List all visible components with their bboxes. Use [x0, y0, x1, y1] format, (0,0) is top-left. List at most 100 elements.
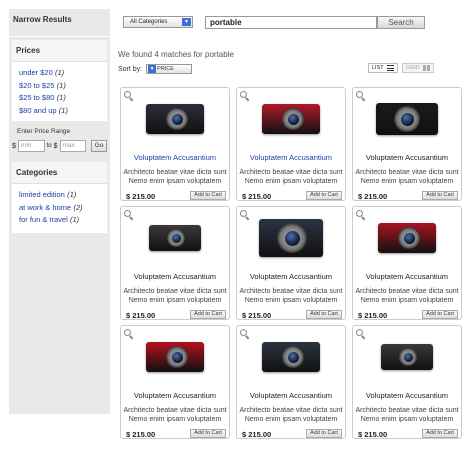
product-name[interactable]: Voluptatem Accusantium: [237, 153, 345, 162]
categories-heading: Categories: [12, 162, 107, 184]
product-price: $ 215.00: [242, 311, 272, 320]
prices-heading: Prices: [12, 40, 107, 62]
add-to-cart-button[interactable]: Add to Cart: [422, 191, 458, 200]
description-line: Architecto beatae vitae dicta sunt: [123, 169, 227, 176]
product-price: $ 215.00: [358, 192, 388, 201]
product-description: Architecto beatae vitae dicta sunt Nemo e…: [353, 406, 461, 424]
camera-image[interactable]: [237, 215, 345, 261]
add-to-cart-button[interactable]: Add to Cart: [306, 310, 342, 319]
product-name: Voluptatem Accusantium: [133, 391, 217, 400]
camera-image[interactable]: [121, 334, 229, 380]
product-description: Architecto beatae vitae dicta sunt Nemo e…: [121, 287, 229, 305]
description-line: Architecto beatae vitae dicta sunt: [239, 169, 343, 176]
description-line: Architecto beatae vitae dicta sunt: [355, 407, 459, 414]
currency-symbol: $: [53, 142, 58, 150]
product-name[interactable]: Voluptatem Accusantium: [121, 153, 229, 162]
category-select[interactable]: All Categories ▼: [123, 16, 193, 28]
category-filter-count: (2): [73, 202, 83, 212]
description-line: Architecto beatae vitae dicta sunt: [123, 407, 227, 414]
prices-panel: Prices under $20 (1) $20 to $25 (1) $25 …: [12, 40, 107, 121]
add-to-cart-button[interactable]: Add to Cart: [422, 429, 458, 438]
search-bar: All Categories ▼ portable Search: [121, 16, 425, 30]
price-filter-item: $25 to $80 (1): [19, 92, 100, 105]
product-card[interactable]: Voluptatem Accusantium Architecto beatae …: [352, 325, 462, 439]
description-line: Nemo enim ipsam voluptatem: [128, 178, 222, 185]
product-name: Voluptatem Accusantium: [249, 391, 333, 400]
list-icon: [386, 65, 394, 71]
add-to-cart-button[interactable]: Add to Cart: [190, 310, 226, 319]
description-line: Nemo enim ipsam voluptatem: [360, 416, 454, 423]
results-summary: We found 4 matches for portable: [118, 50, 234, 59]
product-description: Architecto beatae vitae dicta sunt Nemo e…: [121, 168, 229, 186]
product-card[interactable]: Voluptatem Accusantium Architecto beatae …: [236, 206, 346, 320]
product-price: $ 215.00: [358, 430, 388, 439]
product-grid: Voluptatem Accusantium Architecto beatae …: [120, 87, 464, 439]
product-card[interactable]: Voluptatem Accusantium Architecto beatae …: [236, 325, 346, 439]
category-filter-link[interactable]: at work & home: [19, 203, 71, 212]
camera-image[interactable]: [353, 215, 461, 261]
product-description: Architecto beatae vitae dicta sunt Nemo e…: [353, 168, 461, 186]
sort-label: Sort by:: [118, 65, 143, 73]
description-line: Nemo enim ipsam voluptatem: [244, 178, 338, 185]
add-to-cart-button[interactable]: Add to Cart: [190, 429, 226, 438]
price-filter-count: (1): [55, 68, 65, 77]
product-card[interactable]: Voluptatem Accusantium Architecto beatae …: [120, 87, 230, 201]
search-input[interactable]: portable: [205, 16, 377, 29]
currency-symbol: $: [12, 142, 16, 150]
price-filter-link[interactable]: $25 to $80: [19, 93, 54, 102]
category-filter-link[interactable]: limited edition: [19, 190, 65, 199]
product-description: Architecto beatae vitae dicta sunt Nemo e…: [237, 287, 345, 305]
category-filter-item: for fun & travel (1): [19, 214, 100, 227]
category-filter-link[interactable]: for fun & travel: [19, 215, 68, 224]
sort-select[interactable]: PRICE ▼: [146, 64, 193, 74]
product-name: Voluptatem Accusantium: [365, 272, 449, 281]
description-line: Nemo enim ipsam voluptatem: [360, 178, 454, 185]
narrow-results-sidebar: Narrow Results Prices under $20 (1) $20 …: [9, 9, 110, 414]
product-card[interactable]: Voluptatem Accusantium Architecto beatae …: [352, 206, 462, 320]
product-description: Architecto beatae vitae dicta sunt Nemo e…: [237, 406, 345, 424]
list-view-toggle[interactable]: LIST: [368, 63, 398, 73]
camera-image[interactable]: [353, 96, 461, 142]
description-line: Nemo enim ipsam voluptatem: [244, 297, 338, 304]
product-card[interactable]: Voluptatem Accusantium Architecto beatae …: [120, 206, 230, 320]
description-line: Architecto beatae vitae dicta sunt: [123, 288, 227, 295]
category-filter-item: limited edition (1): [19, 189, 100, 202]
sidebar-title: Narrow Results: [9, 9, 110, 37]
add-to-cart-button[interactable]: Add to Cart: [306, 191, 342, 200]
product-price: $ 215.00: [126, 192, 156, 201]
price-filter-list: under $20 (1) $20 to $25 (1) $25 to $80 …: [12, 62, 107, 121]
add-to-cart-button[interactable]: Add to Cart: [190, 191, 226, 200]
category-filter-count: (1): [67, 190, 77, 199]
description-line: Nemo enim ipsam voluptatem: [128, 416, 222, 423]
product-description: Architecto beatae vitae dicta sunt Nemo e…: [353, 287, 461, 305]
price-filter-link[interactable]: $20 to $25: [19, 81, 54, 90]
description-line: Nemo enim ipsam voluptatem: [360, 297, 454, 304]
camera-image[interactable]: [353, 334, 461, 380]
add-to-cart-button[interactable]: Add to Cart: [422, 310, 458, 319]
price-filter-item: $20 to $25 (1): [19, 80, 100, 93]
add-to-cart-button[interactable]: Add to Cart: [306, 429, 342, 438]
categories-panel: Categories limited edition (1) at work &…: [12, 162, 107, 233]
camera-image[interactable]: [237, 334, 345, 380]
product-price: $ 215.00: [242, 430, 272, 439]
sort-select-value: PRICE: [157, 66, 174, 72]
price-filter-item: $80 and up (1): [19, 105, 100, 118]
price-filter-link[interactable]: $80 and up: [19, 106, 57, 115]
product-card[interactable]: Voluptatem Accusantium Architecto beatae …: [236, 87, 346, 201]
product-card[interactable]: Voluptatem Accusantium Architecto beatae …: [352, 87, 462, 201]
camera-image[interactable]: [237, 96, 345, 142]
product-card[interactable]: Voluptatem Accusantium Architecto beatae …: [120, 325, 230, 439]
product-price: $ 215.00: [126, 311, 156, 320]
search-button[interactable]: Search: [377, 16, 425, 29]
max-price-input[interactable]: max: [59, 140, 87, 152]
camera-image[interactable]: [121, 215, 229, 261]
product-name: Voluptatem Accusantium: [249, 272, 333, 281]
min-price-input[interactable]: min: [17, 140, 45, 152]
go-button[interactable]: Go: [91, 140, 108, 152]
description-line: Architecto beatae vitae dicta sunt: [355, 288, 459, 295]
price-filter-link[interactable]: under $20: [19, 68, 53, 77]
grid-view-toggle[interactable]: GRID: [402, 63, 434, 73]
product-description: Architecto beatae vitae dicta sunt Nemo e…: [237, 168, 345, 186]
camera-image[interactable]: [121, 96, 229, 142]
price-filter-count: (1): [56, 80, 66, 90]
